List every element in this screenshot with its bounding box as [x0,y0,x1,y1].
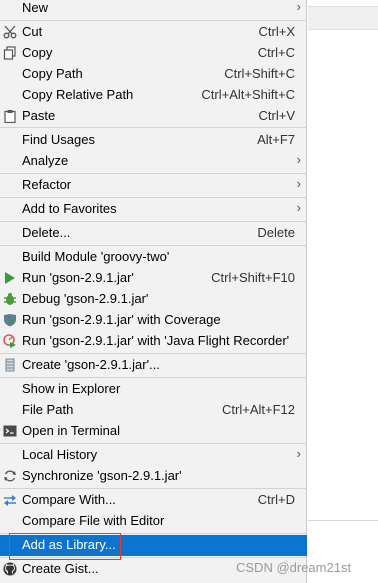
menu-item-cut[interactable]: Cut Ctrl+X [0,22,307,43]
menu-separator [0,353,307,354]
chevron-right-icon: › [296,446,301,461]
menu-separator [0,377,307,378]
menu-item-label: Create 'gson-2.9.1.jar'... [22,357,160,372]
menu-item-label: Analyze [22,153,69,168]
menu-item-open-in-terminal[interactable]: Open in Terminal [0,421,307,442]
menu-item-shortcut: Ctrl+V [258,108,295,123]
menu-item-refactor[interactable]: Refactor › [0,175,307,196]
menu-item-label: Run 'gson-2.9.1.jar' with 'Java Flight R… [22,333,290,348]
menu-item-label: Synchronize 'gson-2.9.1.jar' [22,468,182,483]
menu-item-label: Show in Explorer [22,381,121,396]
menu-item-shortcut: Delete [257,225,295,240]
menu-item-shortcut: Ctrl+C [257,45,295,60]
chevron-right-icon: › [296,152,301,167]
menu-item-shortcut: Ctrl+X [258,24,295,39]
menu-item-label: Build Module 'groovy-two' [22,249,170,264]
menu-item-add-as-library[interactable]: Add as Library... [0,535,307,556]
watermark: CSDN @dream21st [236,560,352,575]
menu-item-shortcut: Ctrl+Alt+Shift+C [201,87,295,102]
menu-item-shortcut: Alt+F7 [257,132,295,147]
menu-item-label: Run 'gson-2.9.1.jar' [22,270,134,285]
menu-item-label: Debug 'gson-2.9.1.jar' [22,291,149,306]
menu-item-label: Copy [22,45,53,60]
paste-icon [3,109,17,123]
menu-item-file-path[interactable]: File Path Ctrl+Alt+F12 [0,400,307,421]
chevron-right-icon: › [296,0,301,14]
menu-separator [0,533,307,534]
menu-item-synchronize[interactable]: Synchronize 'gson-2.9.1.jar' [0,466,307,487]
menu-item-run[interactable]: Run 'gson-2.9.1.jar' Ctrl+Shift+F10 [0,268,307,289]
menu-item-label: Add to Favorites [22,201,117,216]
menu-item-run-with-coverage[interactable]: Run 'gson-2.9.1.jar' with Coverage [0,310,307,331]
menu-item-copy-relative-path[interactable]: Copy Relative Path Ctrl+Alt+Shift+C [0,85,307,106]
menu-separator [0,488,307,489]
menu-item-shortcut: Ctrl+Shift+F10 [211,270,295,285]
menu-item-find-usages[interactable]: Find Usages Alt+F7 [0,130,307,151]
menu-separator [0,221,307,222]
menu-separator [0,557,307,558]
menu-item-shortcut: Ctrl+Alt+F12 [222,402,295,417]
terminal-icon [3,424,17,438]
jar-icon [3,358,17,372]
menu-separator [0,127,307,128]
menu-item-label: Run 'gson-2.9.1.jar' with Coverage [22,312,221,327]
menu-item-new[interactable]: New › [0,0,307,19]
editor-tab-strip [308,6,378,30]
menu-item-analyze[interactable]: Analyze › [0,151,307,172]
menu-separator [0,173,307,174]
menu-separator [0,20,307,21]
menu-item-label: Copy Path [22,66,83,81]
menu-item-label: Paste [22,108,56,123]
menu-item-copy[interactable]: Copy Ctrl+C [0,43,307,64]
menu-item-label: Compare File with Editor [22,513,165,528]
menu-item-compare-file-with-editor[interactable]: Compare File with Editor [0,511,307,532]
menu-item-label: Copy Relative Path [22,87,134,102]
editor-divider [308,520,378,521]
menu-item-show-in-explorer[interactable]: Show in Explorer [0,379,307,400]
menu-item-build-module[interactable]: Build Module 'groovy-two' [0,247,307,268]
menu-item-label: Find Usages [22,132,95,147]
menu-item-shortcut: Ctrl+Shift+C [224,66,295,81]
menu-item-debug[interactable]: Debug 'gson-2.9.1.jar' [0,289,307,310]
menu-item-label: Add as Library... [22,537,116,552]
menu-item-paste[interactable]: Paste Ctrl+V [0,106,307,127]
menu-item-add-to-favorites[interactable]: Add to Favorites › [0,199,307,220]
chevron-right-icon: › [296,200,301,215]
context-menu: New › Cut Ctrl+X Copy Ctrl+C Copy Path C… [0,0,307,583]
github-icon [3,562,17,576]
menu-item-copy-path[interactable]: Copy Path Ctrl+Shift+C [0,64,307,85]
run-icon [3,271,17,285]
menu-item-label: Refactor [22,177,72,192]
menu-item-label: New [22,0,49,15]
menu-item-label: Cut [22,24,43,39]
coverage-icon [3,313,17,327]
menu-item-label: Compare With... [22,492,116,507]
menu-item-label: Delete... [22,225,71,240]
menu-separator [0,245,307,246]
debug-icon [3,292,17,306]
menu-item-delete[interactable]: Delete... Delete [0,223,307,244]
menu-item-run-with-jfr[interactable]: Run 'gson-2.9.1.jar' with 'Java Flight R… [0,331,307,352]
scissors-icon [3,25,17,39]
menu-item-label: File Path [22,402,74,417]
copy-icon [3,46,17,60]
menu-item-compare-with[interactable]: Compare With... Ctrl+D [0,490,307,511]
menu-item-create-run-config[interactable]: Create 'gson-2.9.1.jar'... [0,355,307,376]
menu-item-local-history[interactable]: Local History › [0,445,307,466]
menu-separator [0,443,307,444]
menu-item-label: Create Gist... [22,561,99,576]
sync-icon [3,469,17,483]
compare-icon [3,493,17,507]
menu-item-label: Open in Terminal [22,423,121,438]
menu-separator [0,197,307,198]
chevron-right-icon: › [296,176,301,191]
menu-item-shortcut: Ctrl+D [257,492,295,507]
profiler-icon [3,334,17,348]
menu-item-label: Local History [22,447,98,462]
